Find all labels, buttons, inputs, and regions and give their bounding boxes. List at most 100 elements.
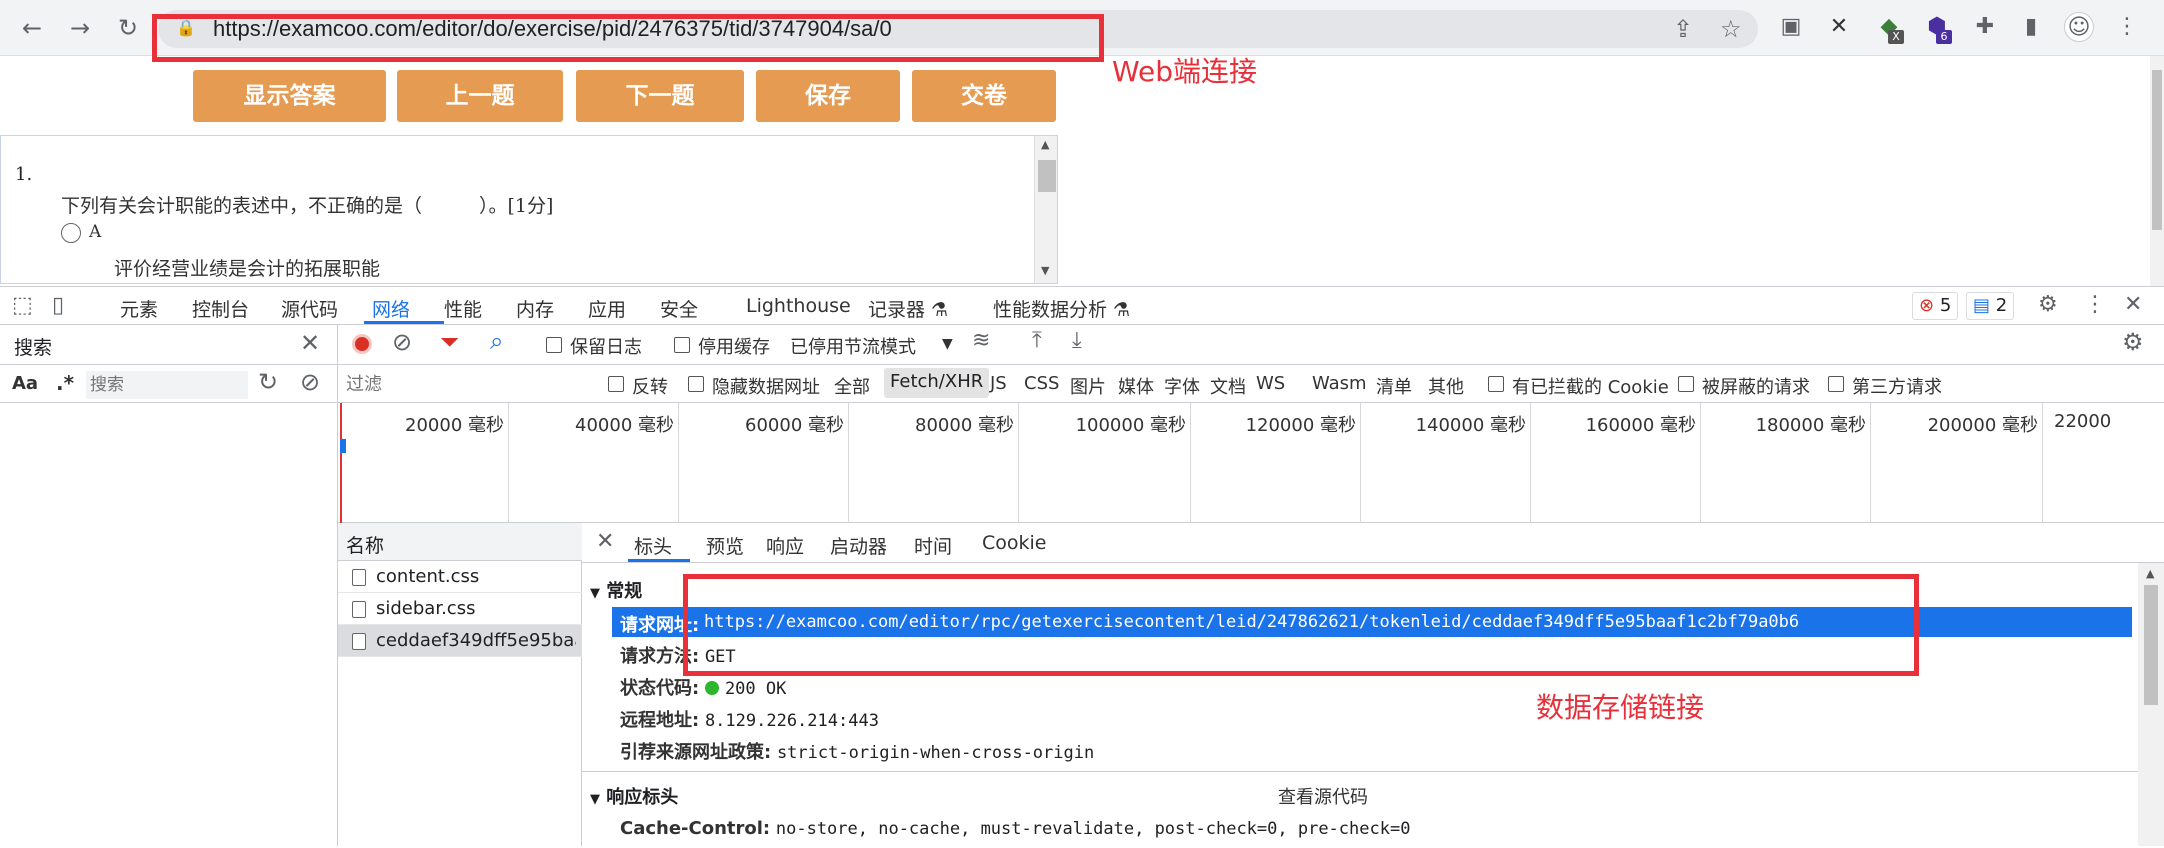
filter-type-css[interactable]: CSS xyxy=(1024,373,1059,394)
import-har-icon[interactable]: ⤒ xyxy=(1032,328,1042,353)
close-details-icon[interactable]: ✕ xyxy=(596,529,614,554)
scroll-thumb[interactable] xyxy=(1038,160,1056,192)
timeline-grid-line xyxy=(1360,403,1361,523)
clear-log-icon[interactable]: ⊘ xyxy=(392,328,412,356)
search-input[interactable] xyxy=(86,371,248,399)
share-icon[interactable]: ⇪ xyxy=(1673,15,1693,43)
request-row[interactable]: content.css xyxy=(338,561,582,593)
refresh-search-icon[interactable]: ↻ xyxy=(258,368,278,396)
filter-type-fetch-xhr[interactable]: Fetch/XHR xyxy=(884,368,990,398)
devtools-menu-icon[interactable]: ⋮ xyxy=(2084,292,2106,317)
response-headers-section-header[interactable]: ▼ 响应标头 xyxy=(590,783,678,809)
filter-type-doc[interactable]: 文档 xyxy=(1210,373,1246,399)
filter-type-other[interactable]: 其他 xyxy=(1428,373,1464,399)
tab-performance-insights[interactable]: 性能数据分析 ⚗ xyxy=(993,295,1130,322)
general-section-header[interactable]: ▼ 常规 xyxy=(590,577,642,603)
preserve-log-checkbox[interactable] xyxy=(546,337,562,353)
question-scrollbar[interactable]: ▲ ▼ xyxy=(1034,136,1057,283)
device-toggle-icon[interactable]: ▯ xyxy=(52,293,64,318)
menu-kebab-icon[interactable]: ⋮ xyxy=(2112,12,2142,42)
request-name: ceddaef349dff5e95baa... xyxy=(376,630,576,651)
prev-question-button[interactable]: 上一题 xyxy=(397,70,563,122)
inspect-element-icon[interactable]: ⬚ xyxy=(12,293,33,318)
reload-icon[interactable]: ↻ xyxy=(112,12,144,44)
scroll-down-icon[interactable]: ▼ xyxy=(1041,264,1049,277)
invert-checkbox[interactable] xyxy=(608,376,624,392)
profile-avatar-icon[interactable]: ☺ xyxy=(2064,12,2094,42)
message-count-badge[interactable]: ▤ 2 xyxy=(1966,292,2015,320)
clear-search-icon[interactable]: ⊘ xyxy=(300,368,320,396)
option-a-radio[interactable] xyxy=(61,223,81,243)
search-icon[interactable]: ⌕ xyxy=(490,327,503,355)
x-extension-icon[interactable]: ✕ xyxy=(1824,12,1854,42)
tab-memory[interactable]: 内存 xyxy=(516,295,554,322)
tab-security[interactable]: 安全 xyxy=(660,295,698,322)
request-row[interactable]: sidebar.css xyxy=(338,593,582,625)
back-icon[interactable]: ← xyxy=(16,12,48,44)
scroll-up-icon[interactable]: ▲ xyxy=(2146,567,2154,580)
filter-type-js[interactable]: JS xyxy=(990,373,1007,394)
request-name: sidebar.css xyxy=(376,598,476,619)
tab-sources[interactable]: 源代码 xyxy=(281,295,338,322)
details-scroll-thumb[interactable] xyxy=(2144,585,2158,705)
error-count-badge[interactable]: ⊗ 5 xyxy=(1912,292,1959,320)
filter-input[interactable] xyxy=(344,369,588,399)
bookmark-star-icon[interactable]: ☆ xyxy=(1720,15,1742,43)
network-timeline-overview[interactable]: 20000 毫秒 40000 毫秒 60000 毫秒 80000 毫秒 1000… xyxy=(338,403,2164,523)
cache-control-label: Cache-Control: xyxy=(620,818,771,839)
forward-icon[interactable]: → xyxy=(64,12,96,44)
scroll-up-icon[interactable]: ▲ xyxy=(1041,138,1049,151)
puzzle-extensions-icon[interactable]: ✚ xyxy=(1970,12,2000,42)
tab-initiator[interactable]: 启动器 xyxy=(830,532,887,559)
tab-elements[interactable]: 元素 xyxy=(120,295,158,322)
filter-funnel-icon[interactable]: ⏷ xyxy=(440,328,459,356)
next-question-button[interactable]: 下一题 xyxy=(576,70,744,122)
request-row-selected[interactable]: ceddaef349dff5e95baa... xyxy=(338,625,582,657)
tab-preview[interactable]: 预览 xyxy=(706,532,744,559)
tab-lighthouse[interactable]: Lighthouse xyxy=(746,295,851,317)
tab-cookies[interactable]: Cookie xyxy=(982,532,1047,554)
export-har-icon[interactable]: ⤓ xyxy=(1072,328,1082,353)
page-scroll-thumb[interactable] xyxy=(2152,70,2162,230)
show-answer-button[interactable]: 显示答案 xyxy=(193,70,386,122)
request-list-header[interactable]: 名称 xyxy=(338,523,582,561)
settings-gear-icon[interactable]: ⚙ xyxy=(2038,292,2058,317)
chevron-down-icon[interactable]: ▼ xyxy=(942,336,953,352)
filter-type-ws[interactable]: WS xyxy=(1256,373,1285,394)
hide-data-urls-checkbox[interactable] xyxy=(688,376,704,392)
regex-toggle[interactable]: .* xyxy=(56,371,74,395)
filter-type-font[interactable]: 字体 xyxy=(1164,373,1200,399)
details-scrollbar[interactable]: ▲ xyxy=(2138,563,2164,846)
tab-response[interactable]: 响应 xyxy=(766,532,804,559)
tab-performance[interactable]: 性能 xyxy=(444,295,482,322)
filter-type-media[interactable]: 媒体 xyxy=(1118,373,1154,399)
disable-cache-checkbox[interactable] xyxy=(674,337,690,353)
match-case-toggle[interactable]: Aa xyxy=(12,373,38,394)
filter-type-wasm[interactable]: Wasm xyxy=(1312,373,1367,394)
filter-type-all[interactable]: 全部 xyxy=(834,373,870,399)
record-icon[interactable] xyxy=(352,334,372,354)
tab-timing[interactable]: 时间 xyxy=(914,532,952,559)
network-settings-icon[interactable]: ⚙ xyxy=(2122,328,2144,356)
network-conditions-icon[interactable]: ≋ xyxy=(972,328,990,353)
tab-application[interactable]: 应用 xyxy=(588,295,626,322)
filter-type-manifest[interactable]: 清单 xyxy=(1376,373,1412,399)
side-panel-icon[interactable]: ▮ xyxy=(2016,12,2046,42)
timeline-tick-label: 180000 毫秒 xyxy=(1755,415,1866,436)
page-scrollbar[interactable] xyxy=(2150,56,2164,286)
blocked-cookies-checkbox[interactable] xyxy=(1488,376,1504,392)
tab-recorder[interactable]: 记录器 ⚗ xyxy=(868,295,948,322)
throttle-select[interactable]: 已停用节流模式 xyxy=(790,333,916,359)
save-button[interactable]: 保存 xyxy=(756,70,900,122)
blocked-requests-checkbox[interactable] xyxy=(1678,376,1694,392)
third-party-checkbox[interactable] xyxy=(1828,376,1844,392)
tab-headers[interactable]: 标头 xyxy=(634,532,672,559)
tab-network[interactable]: 网络 xyxy=(372,295,410,322)
extension-panel-icon[interactable]: ▣ xyxy=(1776,12,1806,42)
tab-console[interactable]: 控制台 xyxy=(192,295,249,322)
submit-paper-button[interactable]: 交卷 xyxy=(912,70,1056,122)
close-search-icon[interactable]: ✕ xyxy=(300,329,320,357)
filter-type-img[interactable]: 图片 xyxy=(1070,373,1106,399)
view-source-link[interactable]: 查看源代码 xyxy=(1278,783,1368,809)
close-devtools-icon[interactable]: ✕ xyxy=(2124,292,2142,317)
